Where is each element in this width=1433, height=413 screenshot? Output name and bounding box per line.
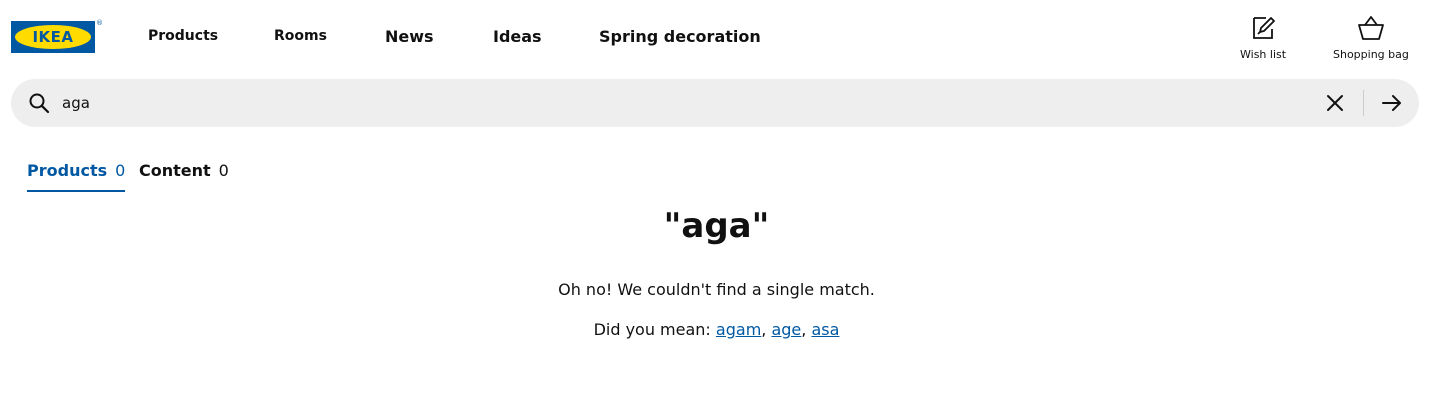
suggestion-separator: , (801, 320, 807, 339)
nav-ideas[interactable]: Ideas (493, 27, 542, 46)
tab-content-count: 0 (218, 161, 229, 180)
wishlist-label: Wish list (1240, 48, 1287, 61)
logo-text: IKEA (32, 28, 74, 46)
search-query-title: "aga" (663, 206, 770, 246)
basket-icon (1358, 16, 1384, 40)
shopping-bag-label: Shopping bag (1333, 48, 1409, 61)
search-divider (1363, 90, 1364, 116)
tab-products[interactable]: Products 0 (27, 161, 126, 192)
did-you-mean-label: Did you mean: (593, 320, 711, 339)
did-you-mean: Did you mean: agam, age, asa (0, 320, 1433, 339)
search-bar (11, 79, 1419, 127)
nav-rooms[interactable]: Rooms (274, 28, 327, 44)
clear-icon[interactable] (1325, 93, 1345, 113)
no-match-message: Oh no! We couldn't find a single match. (558, 280, 875, 299)
search-icon (29, 93, 50, 114)
nav-products[interactable]: Products (148, 28, 218, 44)
page: IKEA ® Products Rooms News Ideas Spring … (0, 0, 1433, 413)
tab-content[interactable]: Content 0 (139, 161, 229, 190)
logo-oval: IKEA (15, 25, 91, 49)
wishlist-button[interactable]: Wish list (1240, 14, 1286, 61)
shopping-bag-button[interactable]: Shopping bag (1333, 14, 1409, 61)
pencil-on-paper-icon (1253, 17, 1275, 39)
arrow-right-icon[interactable] (1381, 93, 1403, 113)
suggestion-link-age[interactable]: age (771, 320, 801, 339)
tab-products-label: Products (27, 161, 108, 180)
suggestion-separator: , (761, 320, 767, 339)
tab-products-count: 0 (115, 161, 126, 180)
ikea-logo[interactable]: IKEA (11, 21, 95, 53)
suggestion-link-agam[interactable]: agam (716, 320, 761, 339)
suggestion-link-asa[interactable]: asa (811, 320, 839, 339)
nav-spring-decoration[interactable]: Spring decoration (599, 27, 761, 46)
tab-content-label: Content (139, 161, 211, 180)
search-input[interactable] (62, 91, 1262, 115)
registered-mark: ® (96, 19, 103, 27)
nav-news[interactable]: News (385, 27, 434, 46)
